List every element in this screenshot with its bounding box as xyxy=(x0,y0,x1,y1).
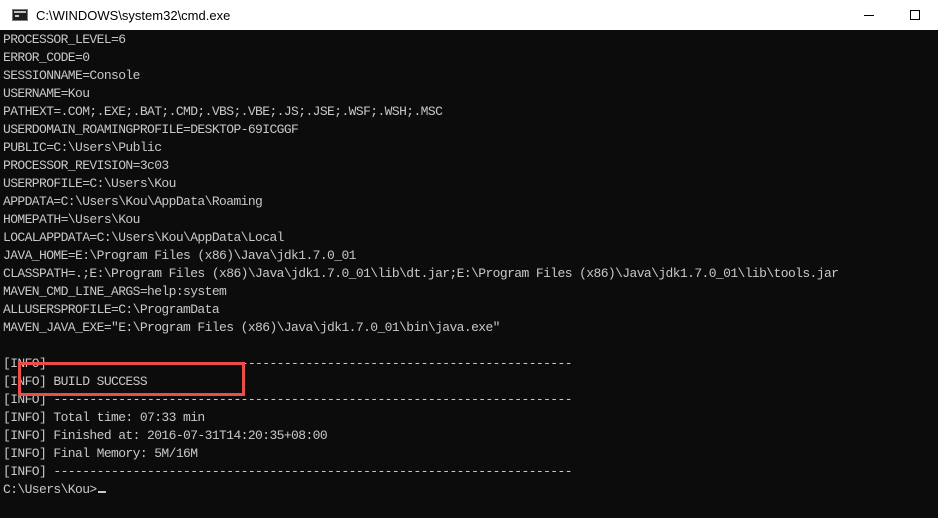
console-line: USERDOMAIN_ROAMINGPROFILE=DESKTOP-69ICGG… xyxy=(3,122,299,137)
console-line: [INFO] Final Memory: 5M/16M xyxy=(3,446,198,461)
console-line: [INFO] ---------------------------------… xyxy=(3,356,573,371)
maximize-icon xyxy=(910,10,920,20)
console-line: HOMEPATH=\Users\Kou xyxy=(3,212,140,227)
console-line: [INFO] ---------------------------------… xyxy=(3,392,573,407)
console-line: [INFO] BUILD SUCCESS xyxy=(3,374,148,389)
console-line: APPDATA=C:\Users\Kou\AppData\Roaming xyxy=(3,194,263,209)
title-bar[interactable]: C:\WINDOWS\system32\cmd.exe xyxy=(0,0,938,30)
console-line: [INFO] Finished at: 2016-07-31T14:20:35+… xyxy=(3,428,328,443)
minimize-button[interactable] xyxy=(846,0,892,30)
console-line: PUBLIC=C:\Users\Public xyxy=(3,140,162,155)
maximize-button[interactable] xyxy=(892,0,938,30)
console-line: ERROR_CODE=0 xyxy=(3,50,90,65)
console-line: LOCALAPPDATA=C:\Users\Kou\AppData\Local xyxy=(3,230,284,245)
cmd-window: C:\WINDOWS\system32\cmd.exe PROCESSOR_LE… xyxy=(0,0,938,518)
console-line: CLASSPATH=.;E:\Program Files (x86)\Java\… xyxy=(3,266,839,281)
console-lines: PROCESSOR_LEVEL=6 ERROR_CODE=0 SESSIONNAME… xyxy=(3,31,839,499)
console-line: SESSIONNAME=Console xyxy=(3,68,140,83)
console-line: JAVA_HOME=E:\Program Files (x86)\Java\jd… xyxy=(3,248,356,263)
cmd-icon[interactable] xyxy=(12,9,28,21)
console-line: USERNAME=Kou xyxy=(3,86,90,101)
console-line: PROCESSOR_REVISION=3c03 xyxy=(3,158,169,173)
console-line: ALLUSERSPROFILE=C:\ProgramData xyxy=(3,302,220,317)
text-cursor xyxy=(97,491,106,493)
console-output[interactable]: PROCESSOR_LEVEL=6 ERROR_CODE=0 SESSIONNAME… xyxy=(0,30,938,518)
console-line: MAVEN_CMD_LINE_ARGS=help:system xyxy=(3,284,227,299)
console-line: PROCESSOR_LEVEL=6 xyxy=(3,32,126,47)
window-title: C:\WINDOWS\system32\cmd.exe xyxy=(36,7,231,23)
command-prompt: C:\Users\Kou> xyxy=(3,482,97,497)
console-line: [INFO] ---------------------------------… xyxy=(3,464,573,479)
minimize-icon xyxy=(864,15,874,16)
console-line: MAVEN_JAVA_EXE="E:\Program Files (x86)\J… xyxy=(3,320,500,335)
window-controls xyxy=(846,0,938,30)
console-line: [INFO] Total time: 07:33 min xyxy=(3,410,205,425)
console-line: PATHEXT=.COM;.EXE;.BAT;.CMD;.VBS;.VBE;.J… xyxy=(3,104,443,119)
command-prompt-line[interactable]: C:\Users\Kou> xyxy=(3,481,838,499)
console-line: USERPROFILE=C:\Users\Kou xyxy=(3,176,176,191)
